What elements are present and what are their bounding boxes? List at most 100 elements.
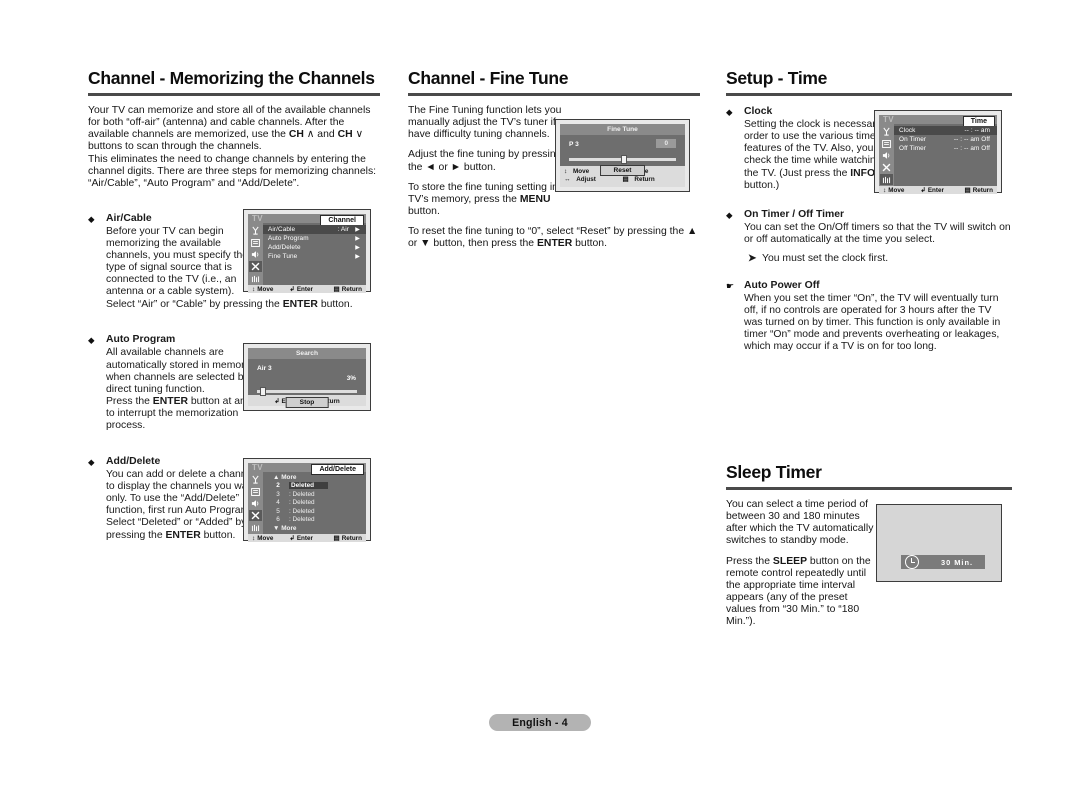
osd-row-air-cable[interactable]: Air/Cable : Air ▶ bbox=[263, 225, 366, 234]
osd-search-dialog: Search Air 3 3% Stop ↲ Enter ▤ Return bbox=[243, 343, 371, 411]
channel-number: 5 bbox=[276, 507, 280, 515]
bullet-text-clock: Setting the clock is necessary in order … bbox=[744, 119, 894, 191]
picture-icon bbox=[249, 486, 262, 497]
fine-tune-paragraph-4: To reset the fine tuning to “0”, select … bbox=[408, 225, 698, 249]
osd-fine-tune-value: 0 bbox=[656, 139, 676, 148]
page-footer-badge: English - 4 bbox=[489, 714, 591, 731]
osd-channel-row[interactable]: 4 : Deleted bbox=[263, 499, 366, 508]
bullet-text-air-cable-select: Select “Air” or “Cable” by pressing the … bbox=[106, 299, 353, 311]
chevron-right-icon: ▶ bbox=[355, 245, 360, 251]
osd-row-label: Auto Program bbox=[268, 235, 309, 242]
osd-dialog-title: Fine Tune bbox=[560, 124, 685, 135]
updown-arrows-icon: ↕ bbox=[564, 167, 568, 175]
heading-rule bbox=[88, 93, 380, 97]
caret-down-icon: ▼ bbox=[273, 524, 280, 532]
osd-channel-row[interactable]: 3 : Deleted bbox=[263, 490, 366, 499]
channel-status: Deleted bbox=[289, 482, 329, 490]
fine-tune-text-upper: The Fine Tuning function lets you manual… bbox=[408, 105, 576, 218]
osd-stop-button[interactable]: Stop bbox=[285, 397, 329, 408]
heading-rule bbox=[726, 487, 1012, 491]
chevron-right-icon: ▶ bbox=[355, 227, 360, 233]
diamond-bullet-icon: ◆ bbox=[88, 335, 95, 346]
osd-tv-label: TV bbox=[252, 214, 264, 223]
diamond-bullet-icon: ◆ bbox=[88, 457, 95, 468]
heading-rule bbox=[408, 93, 700, 97]
osd-footer-adjust: ↔ Adjust bbox=[564, 175, 596, 183]
osd-row-on-timer[interactable]: On Timer -- : -- am Off bbox=[894, 135, 997, 144]
progress-knob[interactable] bbox=[260, 387, 266, 396]
setup-icon bbox=[880, 174, 893, 185]
channel-number: 3 bbox=[276, 490, 280, 498]
antenna-icon bbox=[249, 474, 262, 485]
osd-row-label: On Timer bbox=[899, 136, 927, 143]
channel-number: 2 bbox=[276, 482, 280, 490]
osd-row-off-timer[interactable]: Off Timer -- : -- am Off bbox=[894, 144, 997, 153]
note-text: You must set the clock first. bbox=[762, 252, 889, 264]
fine-tune-paragraph-2: Adjust the fine tuning by pressing the ◄… bbox=[408, 149, 562, 173]
osd-footer-enter: ↲ Enter bbox=[920, 186, 944, 195]
osd-channel-row[interactable]: 5 : Deleted bbox=[263, 507, 366, 516]
osd-reset-button[interactable]: Reset bbox=[599, 165, 646, 176]
adjust-track[interactable] bbox=[569, 155, 676, 164]
osd-row-fine-tune[interactable]: Fine Tune ▶ bbox=[263, 252, 366, 261]
channel-status: : Deleted bbox=[289, 499, 315, 507]
osd-footer-return: ▤ Return bbox=[964, 186, 993, 195]
osd-footer: ↕ Move ↲ Enter ▤ Return bbox=[248, 285, 366, 293]
osd-footer: ↕ Move ↲ Enter ▤ Return bbox=[879, 186, 997, 194]
progress-track[interactable] bbox=[257, 387, 357, 396]
speaker-icon bbox=[249, 249, 262, 260]
osd-channel-row[interactable]: 2 Deleted bbox=[263, 482, 366, 491]
osd-search-channel: Air 3 bbox=[257, 365, 272, 372]
osd-row-label: Air/Cable bbox=[268, 226, 296, 233]
channel-number: 6 bbox=[276, 516, 280, 524]
osd-icon-rail bbox=[879, 124, 894, 186]
adjust-knob[interactable] bbox=[620, 155, 627, 164]
sleep-timer-text: You can select a time period of between … bbox=[726, 499, 878, 628]
osd-footer-return: ▤ Return bbox=[333, 285, 362, 294]
channel-number: 4 bbox=[276, 499, 280, 507]
osd-sleep-timer-picture: 30 Min. bbox=[876, 504, 1002, 582]
updown-arrows-icon: ↕ bbox=[883, 186, 887, 194]
bullet-text-auto-power-off: When you set the timer “On”, the TV will… bbox=[744, 292, 1001, 353]
osd-search-percent: 3% bbox=[346, 375, 356, 382]
chevron-right-icon: ▶ bbox=[355, 254, 360, 260]
intro-paragraph-1: Your TV can memorize and store all of th… bbox=[88, 105, 377, 189]
osd-footer-enter: ↲ Enter bbox=[289, 534, 313, 543]
osd-footer: ↕ Move ↲ Enter ▤ Return bbox=[248, 534, 366, 542]
page-title-channel-memorizing: Channel - Memorizing the Channels bbox=[88, 68, 375, 88]
osd-row-auto-program[interactable]: Auto Program ▶ bbox=[263, 234, 366, 243]
osd-menu-list: Air/Cable : Air ▶ Auto Program ▶ Add/Del… bbox=[263, 223, 366, 285]
enter-key-icon: ↲ bbox=[920, 187, 926, 194]
picture-icon bbox=[249, 237, 262, 248]
osd-row-add-delete[interactable]: Add/Delete ▶ bbox=[263, 243, 366, 252]
osd-row-clock[interactable]: Clock -- : -- am bbox=[894, 126, 997, 135]
osd-titlebar: TV Channel bbox=[248, 214, 366, 226]
return-key-icon: ▤ bbox=[622, 176, 629, 183]
sleep-paragraph-2: Press the SLEEP button on the remote con… bbox=[726, 555, 871, 627]
osd-titlebar: TV Add/Delete bbox=[248, 463, 366, 475]
osd-time-menu: TV Time Clock --: -- am On Timer --: -… bbox=[874, 110, 1002, 194]
osd-footer-enter: ↲ Enter bbox=[289, 285, 313, 294]
bullet-text-add-delete: You can add or delete a channel to displ… bbox=[106, 469, 257, 541]
page-title-channel-fine-tune: Channel - Fine Tune bbox=[408, 68, 569, 88]
speaker-icon bbox=[249, 498, 262, 509]
sleep-paragraph-1: You can select a time period of between … bbox=[726, 499, 874, 547]
osd-footer-move: ↕ Move bbox=[252, 534, 274, 542]
osd-more-down[interactable]: ▼ More bbox=[263, 524, 366, 533]
channel-icon bbox=[249, 261, 262, 272]
osd-menu-tag: Add/Delete bbox=[311, 464, 364, 475]
intro-text: Your TV can memorize and store all of th… bbox=[88, 105, 380, 190]
enter-key-icon: ↲ bbox=[274, 397, 280, 405]
fine-tune-paragraph-1: The Fine Tuning function lets you manual… bbox=[408, 105, 576, 141]
fine-tune-text-lower: To reset the fine tuning to “0”, select … bbox=[408, 226, 700, 250]
osd-channel-row[interactable]: 6 : Deleted bbox=[263, 516, 366, 525]
caret-up-icon: ▲ bbox=[273, 473, 280, 481]
leftright-arrows-icon: ↔ bbox=[564, 175, 571, 183]
osd-row-label: Add/Delete bbox=[268, 244, 301, 251]
enter-key-icon: ↲ bbox=[289, 286, 295, 293]
osd-tv-label: TV bbox=[883, 115, 895, 124]
osd-add-delete-menu: TV Add/Delete ▲ More 2 Deleted 3: Delet… bbox=[243, 458, 371, 542]
return-key-icon: ▤ bbox=[333, 535, 340, 542]
channel-status: : Deleted bbox=[289, 507, 315, 515]
heading-rule bbox=[726, 93, 1012, 97]
